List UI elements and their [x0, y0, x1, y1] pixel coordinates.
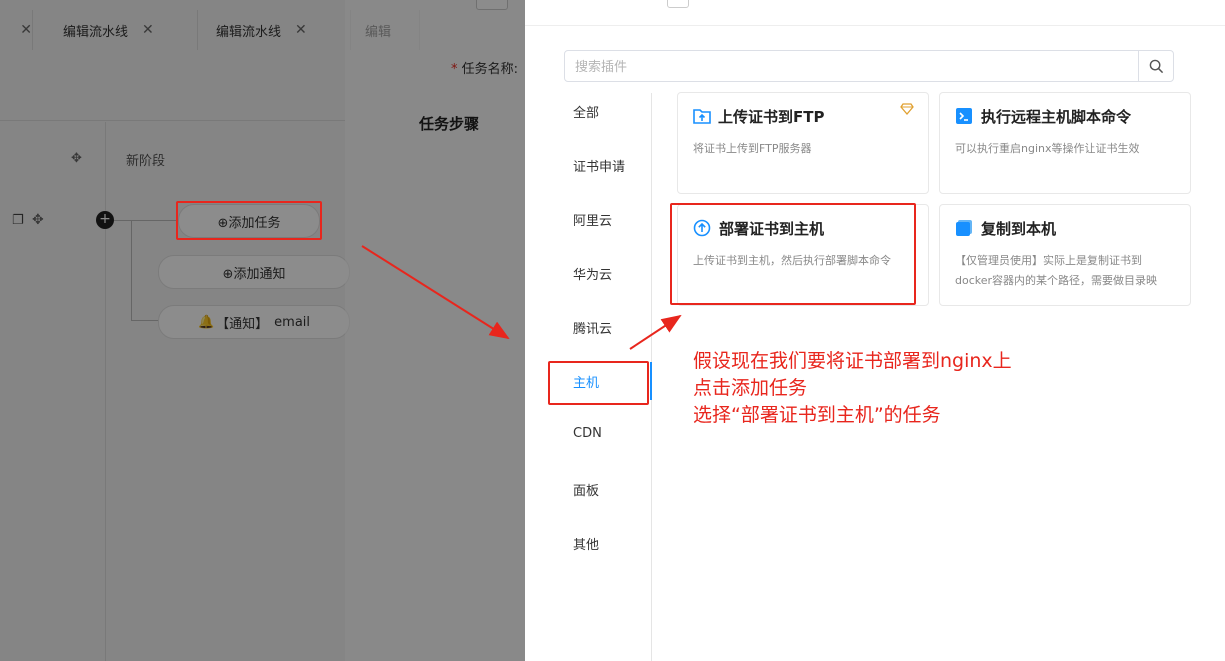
- search-button[interactable]: [1138, 51, 1173, 81]
- plugin-card-remote-script[interactable]: 执行远程主机脚本命令 可以执行重启nginx等操作让证书生效: [939, 92, 1191, 194]
- category-other[interactable]: 其他: [573, 534, 599, 553]
- plugin-search: [564, 50, 1174, 82]
- dialog-header-button[interactable]: [667, 0, 689, 8]
- plugin-card-copy-local[interactable]: 复制到本机 【仅管理员使用】实际上是复制证书到docker容器内的某个路径，需要…: [939, 204, 1191, 306]
- annotation-line: 假设现在我们要将证书部署到nginx上: [693, 350, 1012, 372]
- category-panel[interactable]: 面板: [573, 480, 599, 499]
- annotation-line: 点击添加任务: [693, 377, 808, 399]
- category-aliyun[interactable]: 阿里云: [573, 210, 612, 229]
- highlight-box-host-category: [548, 361, 649, 405]
- terminal-icon: [956, 108, 972, 124]
- plugin-desc: 将证书上传到FTP服务器: [693, 142, 812, 155]
- plugin-title: 复制到本机: [981, 220, 1057, 238]
- modal-mask[interactable]: [0, 0, 525, 661]
- search-icon: [1149, 59, 1163, 73]
- category-active-indicator: [650, 362, 652, 400]
- category-cdn[interactable]: CDN: [573, 426, 602, 441]
- plugin-title: 上传证书到FTP: [718, 108, 825, 126]
- plugin-title: 执行远程主机脚本命令: [981, 108, 1132, 126]
- category-tencent[interactable]: 腾讯云: [573, 318, 612, 337]
- plugin-selector-dialog: 全部 证书申请 阿里云 华为云 腾讯云 主机 CDN 面板 其他 上传证书到FT…: [525, 0, 1225, 661]
- highlight-box-add-task: [176, 201, 322, 240]
- plugin-desc: 【仅管理员使用】实际上是复制证书到docker容器内的某个路径，需要做目录映: [955, 254, 1158, 287]
- highlight-box-deploy-card: [670, 203, 916, 305]
- divider: [525, 25, 1225, 26]
- vip-diamond-icon: [900, 103, 914, 115]
- category-all[interactable]: 全部: [573, 102, 599, 121]
- plugin-desc: 可以执行重启nginx等操作让证书生效: [955, 142, 1140, 155]
- annotation-text: 假设现在我们要将证书部署到nginx上 点击添加任务 选择“部署证书到主机”的任…: [693, 348, 1012, 429]
- upload-folder-icon: [693, 109, 711, 124]
- plugin-card-upload-ftp[interactable]: 上传证书到FTP 将证书上传到FTP服务器: [677, 92, 929, 194]
- copy-cube-icon: [956, 220, 972, 236]
- category-huawei[interactable]: 华为云: [573, 264, 612, 283]
- category-cert-apply[interactable]: 证书申请: [573, 156, 625, 175]
- annotation-line: 选择“部署证书到主机”的任务: [693, 404, 941, 426]
- search-input[interactable]: [565, 51, 1138, 81]
